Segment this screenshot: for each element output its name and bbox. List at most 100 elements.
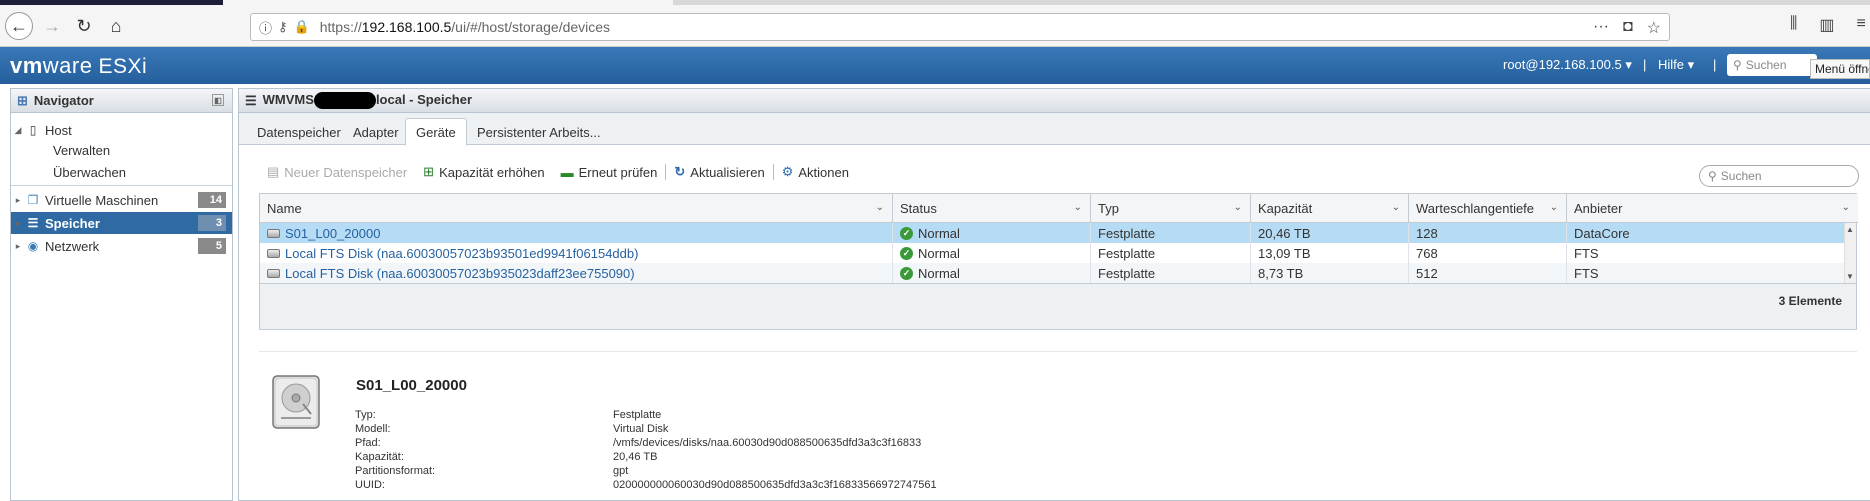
nav-item-virtual-machines[interactable]: ▸ ❐ Virtuelle Maschinen 14 <box>11 189 232 211</box>
increase-capacity-button[interactable]: ⊞ Kapazität erhöhen <box>415 164 552 180</box>
item-count: 3 Elemente <box>1778 294 1842 308</box>
status-cell: ✓ Normal <box>893 263 1091 283</box>
tab-datastores[interactable]: Datenspeicher <box>247 119 351 145</box>
nav-item-verwalten[interactable]: Verwalten <box>11 139 232 161</box>
help-menu[interactable]: Hilfe ▾ <box>1658 57 1694 73</box>
column-header-vendor[interactable]: Anbieter ⌄ <box>1567 194 1858 223</box>
device-name-cell[interactable]: S01_L00_20000 <box>260 223 893 243</box>
nav-item-ueberwachen[interactable]: Überwachen <box>11 161 232 183</box>
capacity-cell: 8,73 TB <box>1251 263 1409 283</box>
expand-right-icon[interactable]: ▸ <box>11 218 25 229</box>
search-icon: ⚲ <box>1733 58 1742 72</box>
url-path: /ui/#/host/storage/devices <box>451 19 611 35</box>
back-button[interactable]: ← <box>5 12 33 40</box>
expand-right-icon[interactable]: ▸ <box>11 195 25 206</box>
disk-icon <box>267 268 280 278</box>
capacity-cell: 20,46 TB <box>1251 223 1409 243</box>
device-search-placeholder: Suchen <box>1720 169 1762 183</box>
queue-depth-cell: 128 <box>1409 223 1567 243</box>
url-prefix: https:// <box>319 19 362 35</box>
lock-warning-icon[interactable]: 🔒 <box>294 19 310 35</box>
reload-icon: ↻ <box>76 15 92 36</box>
count-badge: 3 <box>198 215 226 231</box>
info-icon[interactable]: ⓘ <box>259 18 272 37</box>
reload-button[interactable]: ↻ <box>70 12 98 40</box>
vendor-cell: FTS <box>1574 265 1599 281</box>
detail-value: /vmfs/devices/disks/naa.60030d90d0885006… <box>613 437 922 449</box>
expand-down-icon[interactable]: ◢ <box>11 125 25 136</box>
devices-table: Name ⌄ Status ⌄ Typ ⌄ Kapazität ⌄ Warteschla… <box>259 193 1858 330</box>
status-cell: ✓ Normal <box>893 223 1091 243</box>
collapse-icon[interactable]: ◧ <box>212 94 224 106</box>
nav-item-network[interactable]: ▸ ◉ Netzwerk 5 <box>11 235 232 257</box>
column-header-queue-depth[interactable]: Warteschlangentiefe ⌄ <box>1409 194 1567 223</box>
url-bar[interactable]: ⓘ ⚷ 🔒 https://192.168.100.5/ui/#/host/st… <box>250 13 1670 41</box>
device-search-input[interactable]: ⚲ Suchen <box>1699 165 1859 187</box>
type-cell: Festplatte <box>1091 223 1251 243</box>
disk-icon <box>267 248 280 258</box>
arrow-right-icon: → <box>43 15 61 36</box>
sidebar-icon[interactable]: ▥ <box>1819 15 1834 35</box>
check-circle-icon: ✓ <box>900 246 913 260</box>
scroll-down-icon[interactable]: ▼ <box>1846 272 1854 281</box>
column-header-name[interactable]: Name ⌄ <box>260 194 893 223</box>
scroll-up-icon[interactable]: ▲ <box>1846 225 1854 234</box>
table-row[interactable]: S01_L00_20000 ✓ Normal Festplatte 20,46 T… <box>260 223 1846 243</box>
nav-divider <box>11 185 232 186</box>
check-circle-icon: ✓ <box>900 226 913 240</box>
storage-tabs: Datenspeicher Adapter Geräte Persistente… <box>239 113 1870 146</box>
column-header-type[interactable]: Typ ⌄ <box>1091 194 1251 223</box>
table-row[interactable]: Local FTS Disk (naa.60030057023b935023da… <box>260 263 1846 283</box>
header-search-input[interactable]: ⚲ Suchen <box>1727 54 1817 76</box>
chevron-down-icon[interactable]: ⌄ <box>876 202 884 213</box>
tab-devices[interactable]: Geräte <box>405 118 467 146</box>
bookmark-star-icon[interactable]: ☆ <box>1647 18 1661 38</box>
forward-button[interactable]: → <box>38 12 66 40</box>
url-text[interactable]: https://192.168.100.5/ui/#/host/storage/… <box>320 19 610 35</box>
column-header-capacity[interactable]: Kapazität ⌄ <box>1251 194 1409 223</box>
vendor-cell: FTS <box>1574 245 1599 261</box>
user-menu[interactable]: root@192.168.100.5 ▾ <box>1503 57 1632 73</box>
storage-icon: ☰ <box>27 216 39 230</box>
pocket-icon[interactable]: ◘ <box>1623 18 1633 38</box>
device-name-cell[interactable]: Local FTS Disk (naa.60030057023b935023da… <box>260 263 893 283</box>
chevron-down-icon[interactable]: ⌄ <box>1074 202 1082 213</box>
device-detail-title: S01_L00_20000 <box>356 377 467 394</box>
page-title: WMVMS local - Speicher <box>263 92 472 110</box>
gear-icon: ⚙ <box>781 164 794 179</box>
rescan-button[interactable]: ▬ Erneut prüfen <box>553 165 666 180</box>
nav-item-storage[interactable]: ▸ ☰ Speicher 3 <box>11 212 232 234</box>
menu-icon[interactable]: ≡ <box>1857 15 1866 35</box>
vendor-cell: DataCore <box>1574 225 1630 241</box>
type-cell: Festplatte <box>1091 243 1251 263</box>
chevron-down-icon[interactable]: ⌄ <box>1842 202 1850 213</box>
device-name-cell[interactable]: Local FTS Disk (naa.60030057023b93501ed9… <box>260 243 893 263</box>
home-button[interactable]: ⌂ <box>102 12 130 40</box>
nav-item-host[interactable]: ◢ ▯ Host <box>11 119 232 141</box>
navigator-icon: ⊞ <box>17 92 28 108</box>
chevron-down-icon[interactable]: ⌄ <box>1392 202 1400 213</box>
tab-adapters[interactable]: Adapter <box>343 119 409 145</box>
table-row[interactable]: Local FTS Disk (naa.60030057023b93501ed9… <box>260 243 1846 263</box>
actions-button[interactable]: ⚙ Aktionen <box>774 164 857 180</box>
storage-panel-header: ☰ WMVMS local - Speicher <box>239 89 1870 113</box>
rescan-icon: ▬ <box>560 164 574 180</box>
device-toolbar: ▤ Neuer Datenspeicher ⊞ Kapazität erhöhe… <box>259 161 857 183</box>
arrow-left-icon: ← <box>10 15 28 36</box>
library-icon[interactable]: ⫼ <box>1790 15 1797 35</box>
chevron-down-icon[interactable]: ⌄ <box>1550 202 1558 213</box>
chevron-down-icon[interactable]: ⌄ <box>1234 202 1242 213</box>
column-header-status[interactable]: Status ⌄ <box>893 194 1091 223</box>
details-divider <box>259 351 1857 352</box>
page-actions-icon[interactable]: ··· <box>1593 18 1609 38</box>
status-cell: ✓ Normal <box>893 243 1091 263</box>
table-scrollbar[interactable]: ▲ ▼ <box>1844 223 1856 283</box>
header-separator: | <box>1713 57 1717 72</box>
tab-persistent-memory[interactable]: Persistenter Arbeits... <box>467 119 611 145</box>
header-search-placeholder: Suchen <box>1745 58 1787 72</box>
expand-right-icon[interactable]: ▸ <box>11 241 25 252</box>
refresh-button[interactable]: ↻ Aktualisieren <box>666 164 772 180</box>
new-datastore-button[interactable]: ▤ Neuer Datenspeicher <box>259 164 415 180</box>
capacity-cell: 13,09 TB <box>1251 243 1409 263</box>
key-icon[interactable]: ⚷ <box>278 19 288 35</box>
